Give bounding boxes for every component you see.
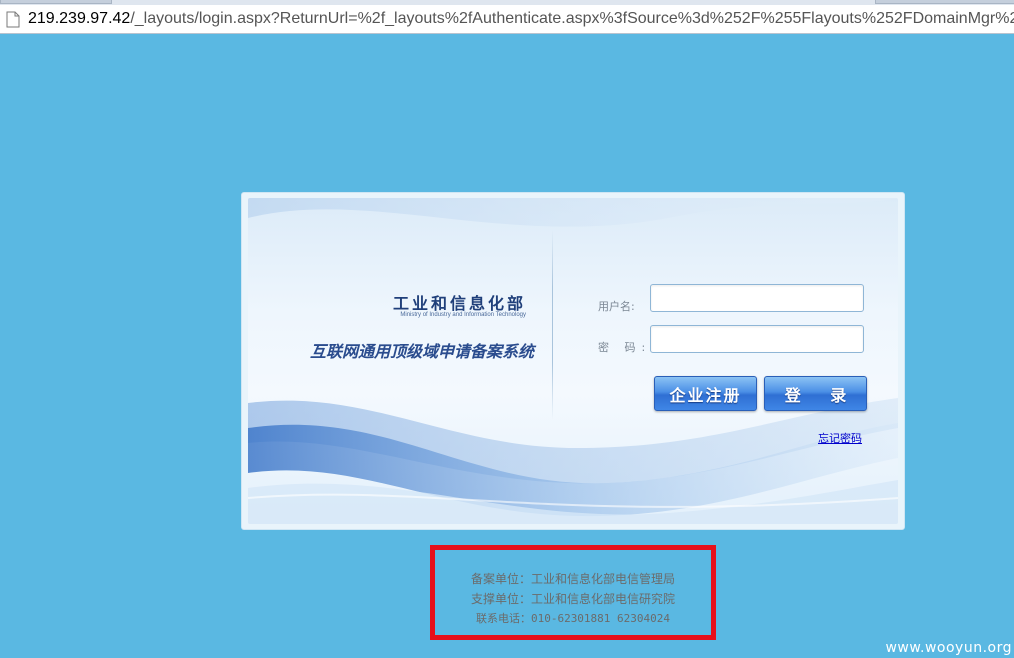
footer-support-unit: 支撑单位：工业和信息化部电信研究院 (470, 592, 675, 606)
url-host: 219.239.97.42 (28, 10, 131, 27)
password-label: 密 码: (598, 341, 652, 354)
login-button[interactable]: 登 录 (764, 376, 867, 411)
address-bar[interactable]: 219.239.97.42/_layouts/login.aspx?Return… (0, 5, 1014, 34)
watermark: www.wooyun.org (885, 640, 1012, 656)
login-panel-body: 工业和信息化部 Ministry of Industry and Informa… (248, 198, 898, 524)
url-text[interactable]: 219.239.97.42/_layouts/login.aspx?Return… (28, 10, 1014, 28)
panel-divider (552, 230, 553, 420)
ministry-name-cn: 工业和信息化部 (392, 294, 526, 313)
footer-contact-phone: 联系电话：010-62301881 62304024 (475, 612, 671, 625)
system-title: 互联网通用顶级域申请备案系统 (309, 342, 534, 361)
browser-tab[interactable] (875, 0, 1014, 4)
forgot-password-link[interactable]: 忘记密码 (818, 430, 862, 446)
ministry-name-en: Ministry of Industry and Information Tec… (400, 312, 526, 318)
footer-filing-unit: 备案单位：工业和信息化部电信管理局 (470, 572, 675, 586)
footer-info-box: 备案单位：工业和信息化部电信管理局 支撑单位：工业和信息化部电信研究院 联系电话… (430, 545, 716, 640)
page-icon (6, 11, 20, 28)
username-input[interactable] (650, 284, 864, 312)
register-button[interactable]: 企业注册 (654, 376, 757, 411)
username-label: 用户名: (598, 300, 635, 313)
url-path: /_layouts/login.aspx?ReturnUrl=%2f_layou… (130, 10, 1014, 27)
login-panel: 工业和信息化部 Ministry of Industry and Informa… (241, 192, 905, 530)
browser-tab[interactable] (0, 0, 112, 4)
password-input[interactable] (650, 325, 864, 353)
